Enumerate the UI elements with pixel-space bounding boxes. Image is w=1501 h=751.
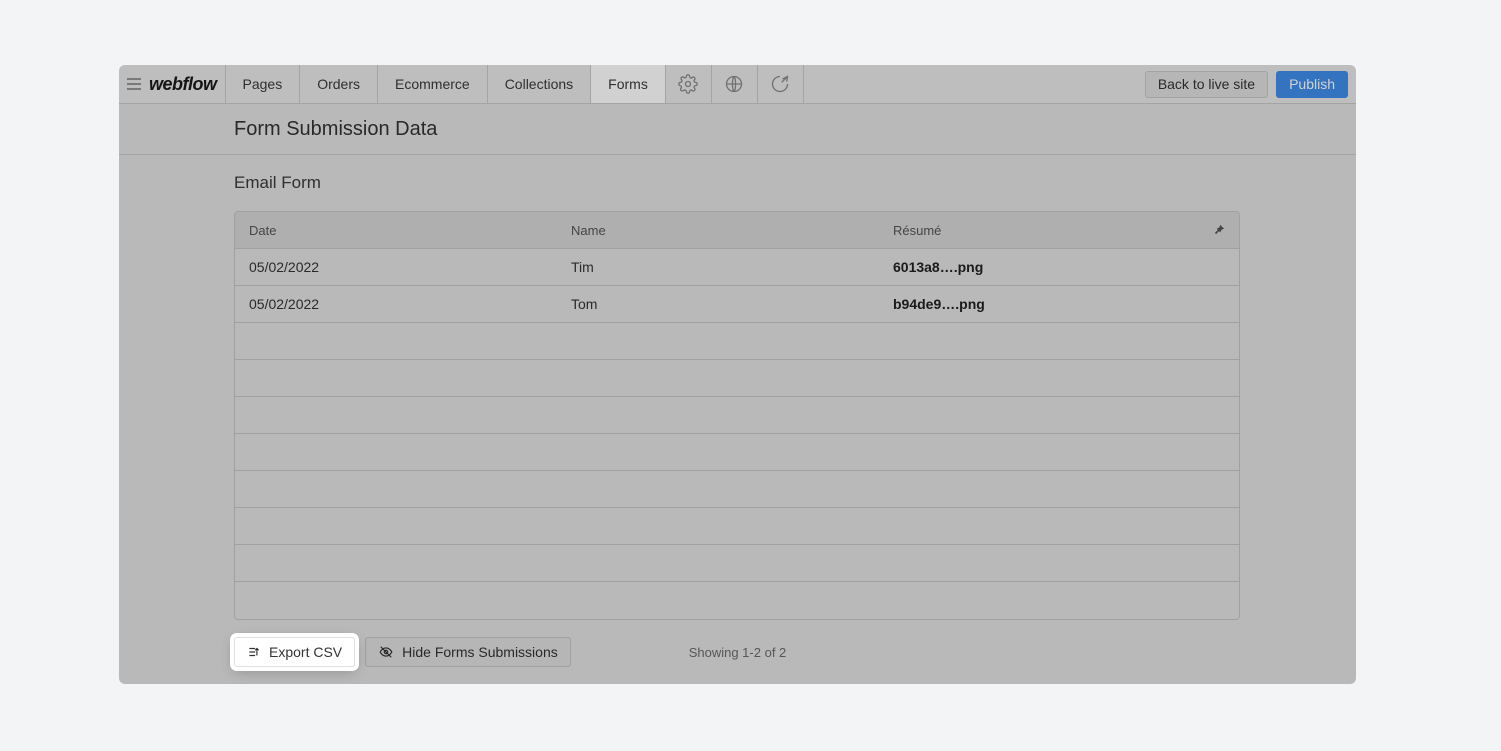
back-to-live-button[interactable]: Back to live site — [1145, 71, 1268, 98]
col-name: Name — [557, 223, 879, 238]
col-date: Date — [235, 223, 557, 238]
globe-icon[interactable] — [712, 65, 758, 103]
table-footer: Export CSV Hide Forms Submissions Showin… — [234, 637, 1241, 667]
menu-icon[interactable] — [119, 65, 149, 103]
share-icon[interactable] — [758, 65, 804, 103]
export-csv-label: Export CSV — [269, 644, 342, 660]
nav-ecommerce[interactable]: Ecommerce — [378, 65, 488, 103]
table-row[interactable]: 05/02/2022 Tim 6013a8….png — [235, 249, 1239, 286]
table-row-empty — [235, 545, 1239, 582]
table-row[interactable]: 05/02/2022 Tom b94de9….png — [235, 286, 1239, 323]
cell-name: Tom — [557, 296, 879, 312]
table-row-empty — [235, 508, 1239, 545]
table-row-empty — [235, 323, 1239, 360]
table-row-empty — [235, 360, 1239, 397]
brand-logo[interactable]: webflow — [149, 65, 225, 103]
cell-file-link[interactable]: b94de9….png — [879, 296, 1199, 312]
content-area: Email Form Date Name Résumé 05/02/2022 T… — [119, 155, 1356, 667]
table-row-empty — [235, 471, 1239, 508]
page-title: Form Submission Data — [234, 118, 437, 141]
table-row-empty — [235, 434, 1239, 471]
export-csv-button[interactable]: Export CSV — [234, 637, 355, 667]
table-row-empty — [235, 397, 1239, 434]
main-nav: Pages Orders Ecommerce Collections Forms — [225, 65, 666, 103]
app-window: webflow Pages Orders Ecommerce Collectio… — [119, 65, 1356, 684]
nav-forms[interactable]: Forms — [591, 65, 666, 103]
submissions-table: Date Name Résumé 05/02/2022 Tim 6013a8….… — [234, 211, 1240, 620]
topbar-actions: Back to live site Publish — [1145, 65, 1356, 103]
col-resume: Résumé — [879, 223, 1199, 238]
hide-submissions-button[interactable]: Hide Forms Submissions — [365, 637, 571, 667]
page-header: Form Submission Data — [119, 104, 1356, 155]
hide-submissions-label: Hide Forms Submissions — [402, 644, 558, 660]
export-icon — [247, 645, 261, 659]
cell-date: 05/02/2022 — [235, 296, 557, 312]
nav-orders[interactable]: Orders — [300, 65, 378, 103]
topbar: webflow Pages Orders Ecommerce Collectio… — [119, 65, 1356, 104]
table-header: Date Name Résumé — [235, 212, 1239, 249]
eye-off-icon — [378, 645, 394, 659]
cell-name: Tim — [557, 259, 879, 275]
cell-date: 05/02/2022 — [235, 259, 557, 275]
gear-icon[interactable] — [666, 65, 712, 103]
publish-button[interactable]: Publish — [1276, 71, 1348, 98]
pin-icon[interactable] — [1199, 223, 1239, 237]
cell-file-link[interactable]: 6013a8….png — [879, 259, 1199, 275]
nav-collections[interactable]: Collections — [488, 65, 591, 103]
nav-pages[interactable]: Pages — [225, 65, 301, 103]
form-name-heading: Email Form — [234, 173, 1241, 193]
table-row-empty — [235, 582, 1239, 619]
